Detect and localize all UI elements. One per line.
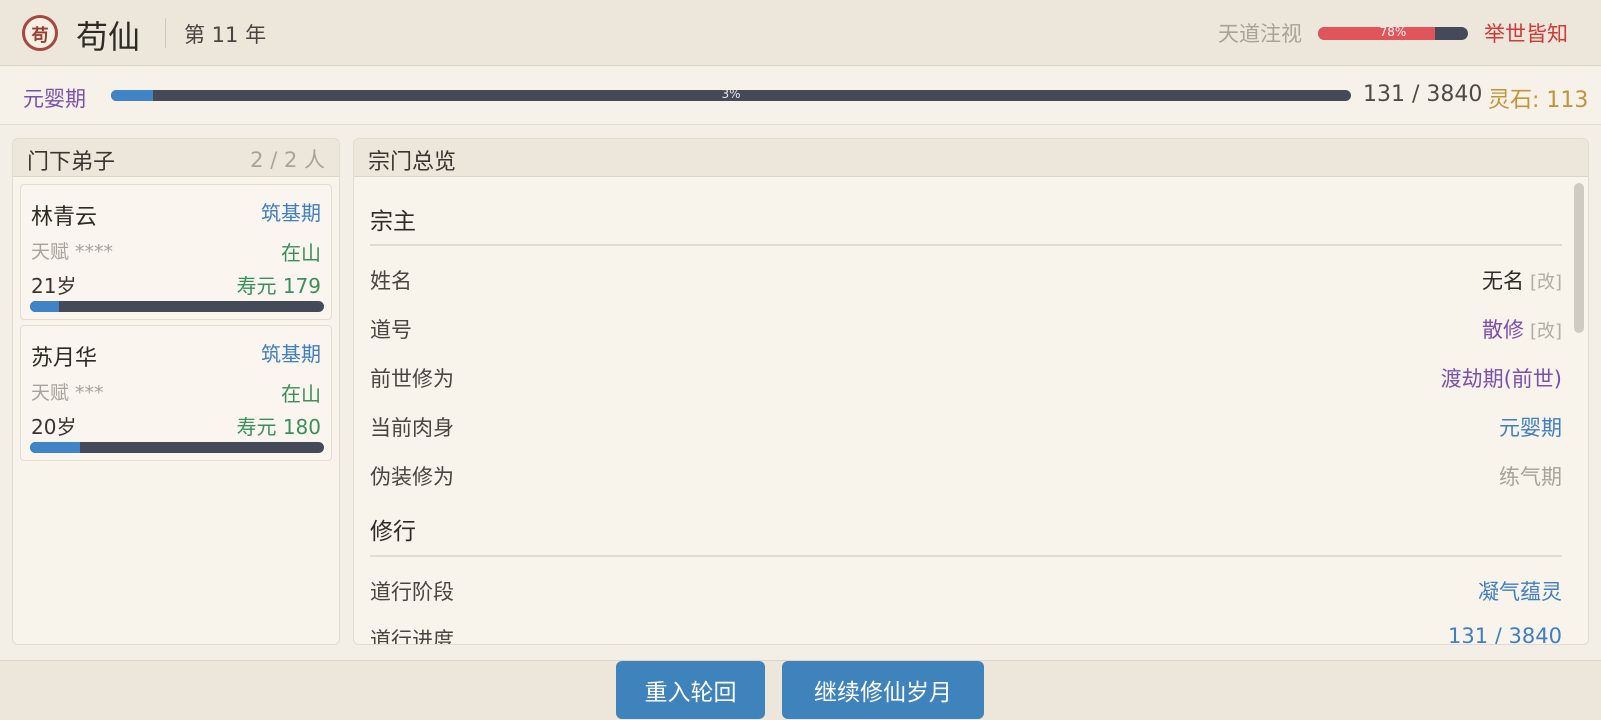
edit-name-button[interactable]: [改] (1530, 272, 1562, 293)
disciple-card[interactable]: 林青云 筑基期 天赋 **** 在山 21岁 寿元 179 (20, 184, 332, 320)
overview-scrollbar[interactable] (1574, 183, 1584, 638)
leader-title-value: 散修 (1481, 318, 1524, 342)
game-title: 苟仙 (76, 18, 141, 56)
heaven-gaze-bar: 78% (1318, 27, 1468, 40)
row-value-title: 散修 [改] (1482, 314, 1562, 344)
disciple-realm: 筑基期 (261, 201, 321, 225)
disciple-progress-bar (30, 442, 324, 453)
row-label-name: 姓名 (370, 269, 412, 293)
disciple-progress-bar (30, 301, 324, 312)
disciple-lifespan: 寿元 180 (236, 415, 321, 439)
title-divider (165, 18, 166, 48)
disciple-lifespan: 寿元 179 (236, 274, 321, 298)
row-label-dao-stage: 道行阶段 (370, 580, 454, 604)
row-label-disguise: 伪装修为 (370, 465, 454, 489)
reincarnate-button[interactable]: 重入轮回 (616, 661, 765, 719)
section-divider (370, 555, 1562, 557)
disciple-age: 20岁 (31, 415, 77, 439)
disciple-talent: 天赋 **** (31, 241, 114, 263)
row-value-past-life: 渡劫期(前世) (1440, 367, 1562, 391)
disciples-panel-header: 门下弟子 2 / 2 人 (13, 139, 339, 177)
row-value-name: 无名 [改] (1482, 265, 1562, 295)
overview-title: 宗门总览 (368, 150, 457, 175)
bottom-action-bar: 重入轮回 继续修仙岁月 (0, 660, 1601, 720)
disciple-card[interactable]: 苏月华 筑基期 天赋 *** 在山 20岁 寿元 180 (20, 325, 332, 461)
leader-name-value: 无名 (1481, 269, 1524, 293)
row-label-past-life: 前世修为 (370, 367, 454, 391)
row-value-disguise: 练气期 (1499, 465, 1562, 489)
realm-name: 元婴期 (23, 87, 86, 111)
fame-status: 举世皆知 (1484, 22, 1568, 46)
sect-overview-panel: 宗门总览 宗主 姓名 无名 [改] 道号 散修 [改] 前世修为 渡劫期(前世) 当… (353, 138, 1589, 645)
sect-seal-icon: 苟 (22, 15, 58, 51)
disciple-name: 苏月华 (31, 346, 98, 371)
realm-progress-bar: 3% (111, 90, 1351, 101)
heaven-gaze-percent: 78% (1379, 27, 1407, 39)
disciple-age: 21岁 (31, 274, 77, 298)
section-divider (370, 244, 1562, 246)
row-label-dao-progress: 道行进度 (370, 628, 454, 645)
section-title-leader: 宗主 (370, 209, 416, 235)
disciples-count: 2 / 2 人 (250, 148, 325, 172)
disciples-title: 门下弟子 (27, 150, 116, 175)
year-counter: 第 11 年 (184, 23, 267, 47)
disciple-status: 在山 (281, 241, 321, 265)
disciple-talent: 天赋 *** (31, 382, 104, 404)
realm-progress-percent: 3% (721, 90, 741, 101)
scrollbar-thumb[interactable] (1574, 183, 1584, 333)
disciple-progress-fill (30, 301, 60, 312)
row-value-dao-progress: 131 / 3840 (1448, 624, 1562, 645)
spirit-stones: 灵石: 113 (1488, 88, 1589, 113)
section-title-cultivation: 修行 (370, 519, 416, 545)
disciple-progress-fill (30, 442, 80, 453)
disciples-panel: 门下弟子 2 / 2 人 林青云 筑基期 天赋 **** 在山 21岁 寿元 1… (12, 138, 340, 645)
row-label-title: 道号 (370, 318, 412, 342)
overview-panel-header: 宗门总览 (354, 139, 1588, 177)
row-label-current-body: 当前肉身 (370, 416, 454, 440)
realm-progress-row: 元婴期 3% 131 / 3840 灵石: 113 (0, 67, 1601, 125)
disciple-realm: 筑基期 (261, 342, 321, 366)
heaven-gaze-label: 天道注视 (1218, 22, 1302, 46)
realm-progress-count: 131 / 3840 (1363, 82, 1483, 107)
row-value-dao-stage: 凝气蕴灵 (1478, 580, 1562, 604)
row-value-current-body: 元婴期 (1499, 416, 1562, 440)
continue-cultivation-button[interactable]: 继续修仙岁月 (782, 661, 984, 719)
overview-content[interactable]: 宗主 姓名 无名 [改] 道号 散修 [改] 前世修为 渡劫期(前世) 当前肉身 元… (354, 178, 1574, 645)
top-bar: 苟 苟仙 第 11 年 天道注视 78% 举世皆知 (0, 0, 1601, 66)
disciple-name: 林青云 (31, 205, 98, 230)
disciple-status: 在山 (281, 382, 321, 406)
edit-title-button[interactable]: [改] (1530, 321, 1562, 342)
